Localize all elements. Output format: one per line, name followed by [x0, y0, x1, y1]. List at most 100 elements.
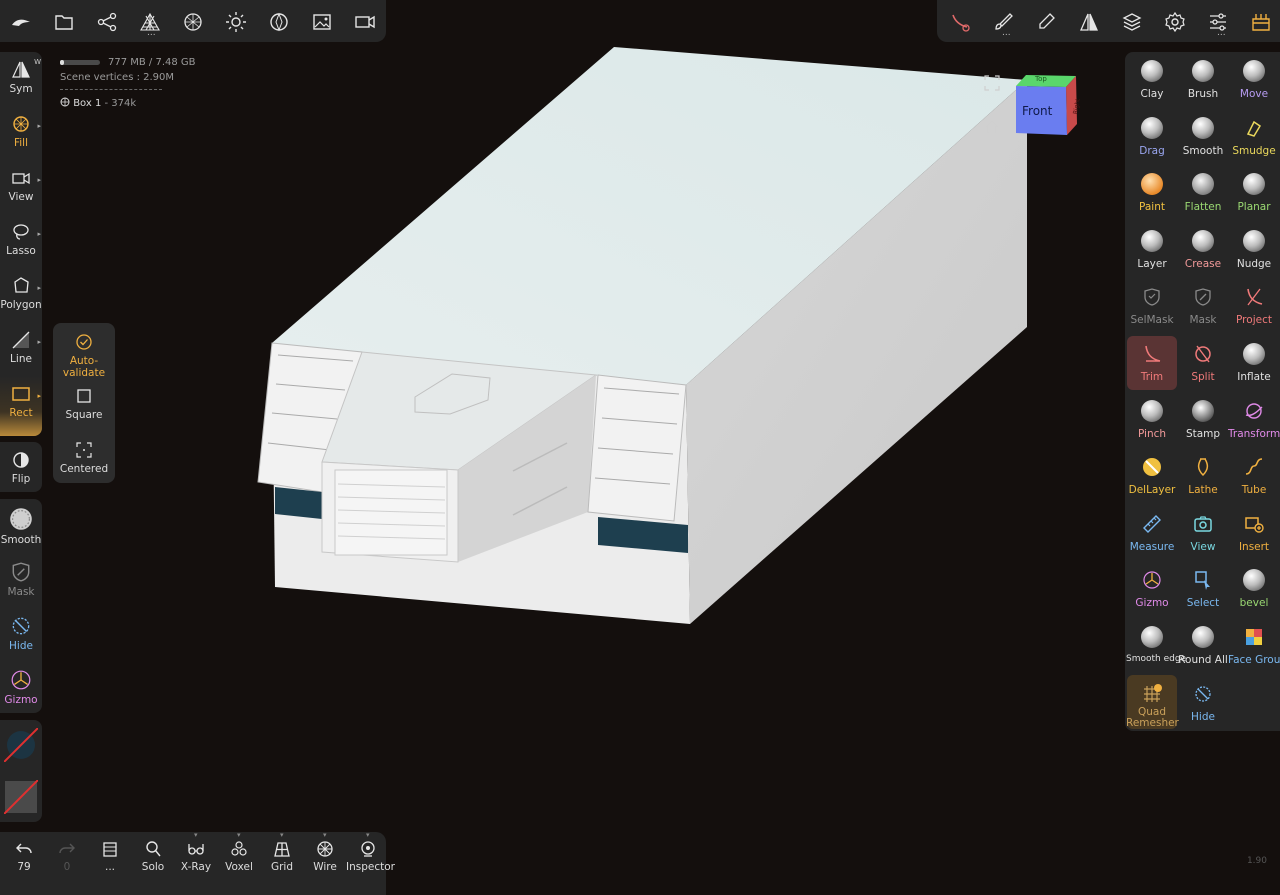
- tool-trim[interactable]: Trim: [1126, 343, 1178, 383]
- tool-project[interactable]: Project: [1228, 286, 1280, 326]
- tool-face-group[interactable]: Face Group: [1228, 626, 1280, 666]
- topology-icon[interactable]: [182, 11, 204, 33]
- tool-flip[interactable]: Flip: [0, 450, 42, 485]
- tool-crease[interactable]: Crease: [1177, 229, 1229, 270]
- tool-gizmo[interactable]: Gizmo: [1126, 569, 1178, 609]
- option-centered[interactable]: Centered: [53, 441, 115, 475]
- tool-smudge[interactable]: Smudge: [1228, 117, 1280, 157]
- tool-clay[interactable]: Clay: [1126, 60, 1178, 100]
- drag-icon: [1141, 116, 1163, 139]
- camera-icon[interactable]: [354, 11, 376, 33]
- tool-selmask[interactable]: SelMask: [1126, 286, 1178, 326]
- tool-polygon-label: Polygon: [0, 299, 42, 311]
- tool-drag[interactable]: Drag: [1126, 116, 1178, 157]
- nomad-logo-icon[interactable]: [10, 11, 32, 33]
- tool-measure-label: Measure: [1129, 540, 1175, 553]
- material-swatch-sphere[interactable]: [4, 728, 38, 762]
- stroke-icon[interactable]: [949, 11, 971, 33]
- layers-icon[interactable]: [1121, 11, 1143, 33]
- tool-polygon[interactable]: ▸ Polygon: [0, 276, 42, 311]
- tool-smooth[interactable]: Smooth: [1177, 116, 1229, 157]
- tool-rect[interactable]: ▸ Rect: [0, 384, 42, 419]
- rect-icon: [12, 387, 30, 401]
- plugin-icon[interactable]: [1250, 11, 1272, 33]
- tool-view[interactable]: View: [1177, 513, 1229, 553]
- model-left-slot: [275, 487, 322, 519]
- option-square[interactable]: Square: [53, 387, 115, 421]
- solo-icon: [146, 841, 161, 857]
- eyedropper-icon[interactable]: [1035, 11, 1057, 33]
- tool-mask[interactable]: Mask: [0, 561, 42, 598]
- tool-fill-label: Fill: [13, 137, 29, 149]
- transform-icon: [1245, 402, 1263, 419]
- folder-icon[interactable]: [53, 11, 75, 33]
- solo-button[interactable]: Solo: [131, 840, 175, 873]
- redo-button[interactable]: 0: [45, 840, 89, 873]
- tool-lasso[interactable]: ▸ Lasso: [0, 222, 42, 257]
- inspector-button[interactable]: ▾ Inspector: [346, 831, 395, 873]
- tool-lathe[interactable]: Lathe: [1177, 456, 1229, 496]
- tool-hide[interactable]: Hide: [1177, 683, 1229, 723]
- tool-layer[interactable]: Layer: [1126, 229, 1178, 270]
- tool-stamp[interactable]: Stamp: [1177, 399, 1229, 440]
- undo-icon: [16, 843, 32, 854]
- option-auto-validate[interactable]: Auto-validate: [53, 333, 115, 379]
- tool-sym[interactable]: W Sym: [0, 58, 42, 95]
- tool-round-all[interactable]: Round All: [1177, 626, 1229, 666]
- tool-quad-remesher[interactable]: Quad Remesher: [1126, 683, 1179, 729]
- tool-bevel[interactable]: bevel: [1228, 569, 1280, 609]
- tool-smooth-label: Smooth: [1182, 144, 1224, 157]
- tool-view[interactable]: ▸ View: [0, 168, 42, 203]
- grid-button[interactable]: ▾ Grid: [260, 831, 304, 873]
- trim-icon: [1145, 345, 1161, 362]
- light-icon[interactable]: [225, 11, 247, 33]
- nudge-icon: [1243, 229, 1265, 252]
- tool-select[interactable]: Select: [1177, 569, 1229, 609]
- gizmo-icon: [1143, 571, 1161, 589]
- tool-gizmo[interactable]: Gizmo: [0, 669, 42, 706]
- voxel-button[interactable]: ▾ Voxel: [217, 831, 261, 873]
- tool-measure[interactable]: Measure: [1126, 513, 1178, 553]
- xray-button[interactable]: ▾ X-Ray: [174, 831, 218, 873]
- image-icon[interactable]: [311, 11, 333, 33]
- layer-icon: [1141, 229, 1163, 252]
- material-icon[interactable]: [268, 11, 290, 33]
- tool-nudge[interactable]: Nudge: [1228, 229, 1280, 270]
- tool-pinch[interactable]: Pinch: [1126, 399, 1178, 440]
- tool-insert[interactable]: Insert: [1228, 513, 1280, 553]
- tool-mask[interactable]: Mask: [1177, 286, 1229, 326]
- tool-transform[interactable]: Transform: [1228, 400, 1280, 440]
- tool-inflate[interactable]: Inflate: [1228, 343, 1280, 383]
- tool-hide[interactable]: Hide: [0, 615, 42, 652]
- tool-dellayer[interactable]: DelLayer: [1126, 456, 1178, 496]
- tool-quad-remesher-label: Quad Remesher: [1126, 705, 1179, 729]
- material-swatch-flat[interactable]: [4, 780, 38, 814]
- viewport-3d-model[interactable]: [0, 0, 1280, 895]
- tool-brush[interactable]: Brush: [1177, 60, 1229, 100]
- lasso-icon: [13, 224, 29, 240]
- settings-icon[interactable]: [1164, 11, 1186, 33]
- tool-smooth[interactable]: Smooth: [0, 507, 42, 546]
- tool-move[interactable]: Move: [1228, 60, 1280, 100]
- wire-button[interactable]: ▾ Wire: [303, 831, 347, 873]
- history-icon: [103, 842, 117, 857]
- history-button[interactable]: ...: [88, 840, 132, 873]
- symmetry-icon[interactable]: [1078, 11, 1100, 33]
- object-entry[interactable]: Box 1 - 374k: [60, 96, 196, 111]
- voxel-label: Voxel: [225, 861, 253, 873]
- scene-graph-icon[interactable]: [96, 11, 118, 33]
- tool-planar[interactable]: Planar: [1228, 173, 1280, 213]
- tool-smooth-edge[interactable]: Smooth edge: [1126, 626, 1186, 664]
- tool-line[interactable]: ▸ Line: [0, 330, 42, 365]
- tool-flatten[interactable]: Flatten: [1177, 173, 1229, 213]
- inspector-icon: [361, 841, 375, 857]
- frame-icon[interactable]: [984, 75, 1000, 91]
- top-left-toolbar: ...: [0, 0, 386, 42]
- undo-button[interactable]: 79: [2, 840, 46, 873]
- tool-split[interactable]: Split: [1177, 343, 1229, 383]
- view-cube[interactable]: Top Front Right: [1013, 72, 1082, 138]
- tool-paint[interactable]: Paint: [1126, 173, 1178, 213]
- tool-fill[interactable]: ▸ Fill: [0, 114, 42, 149]
- home-icon[interactable]: [984, 119, 1000, 135]
- tool-tube[interactable]: Tube: [1228, 456, 1280, 496]
